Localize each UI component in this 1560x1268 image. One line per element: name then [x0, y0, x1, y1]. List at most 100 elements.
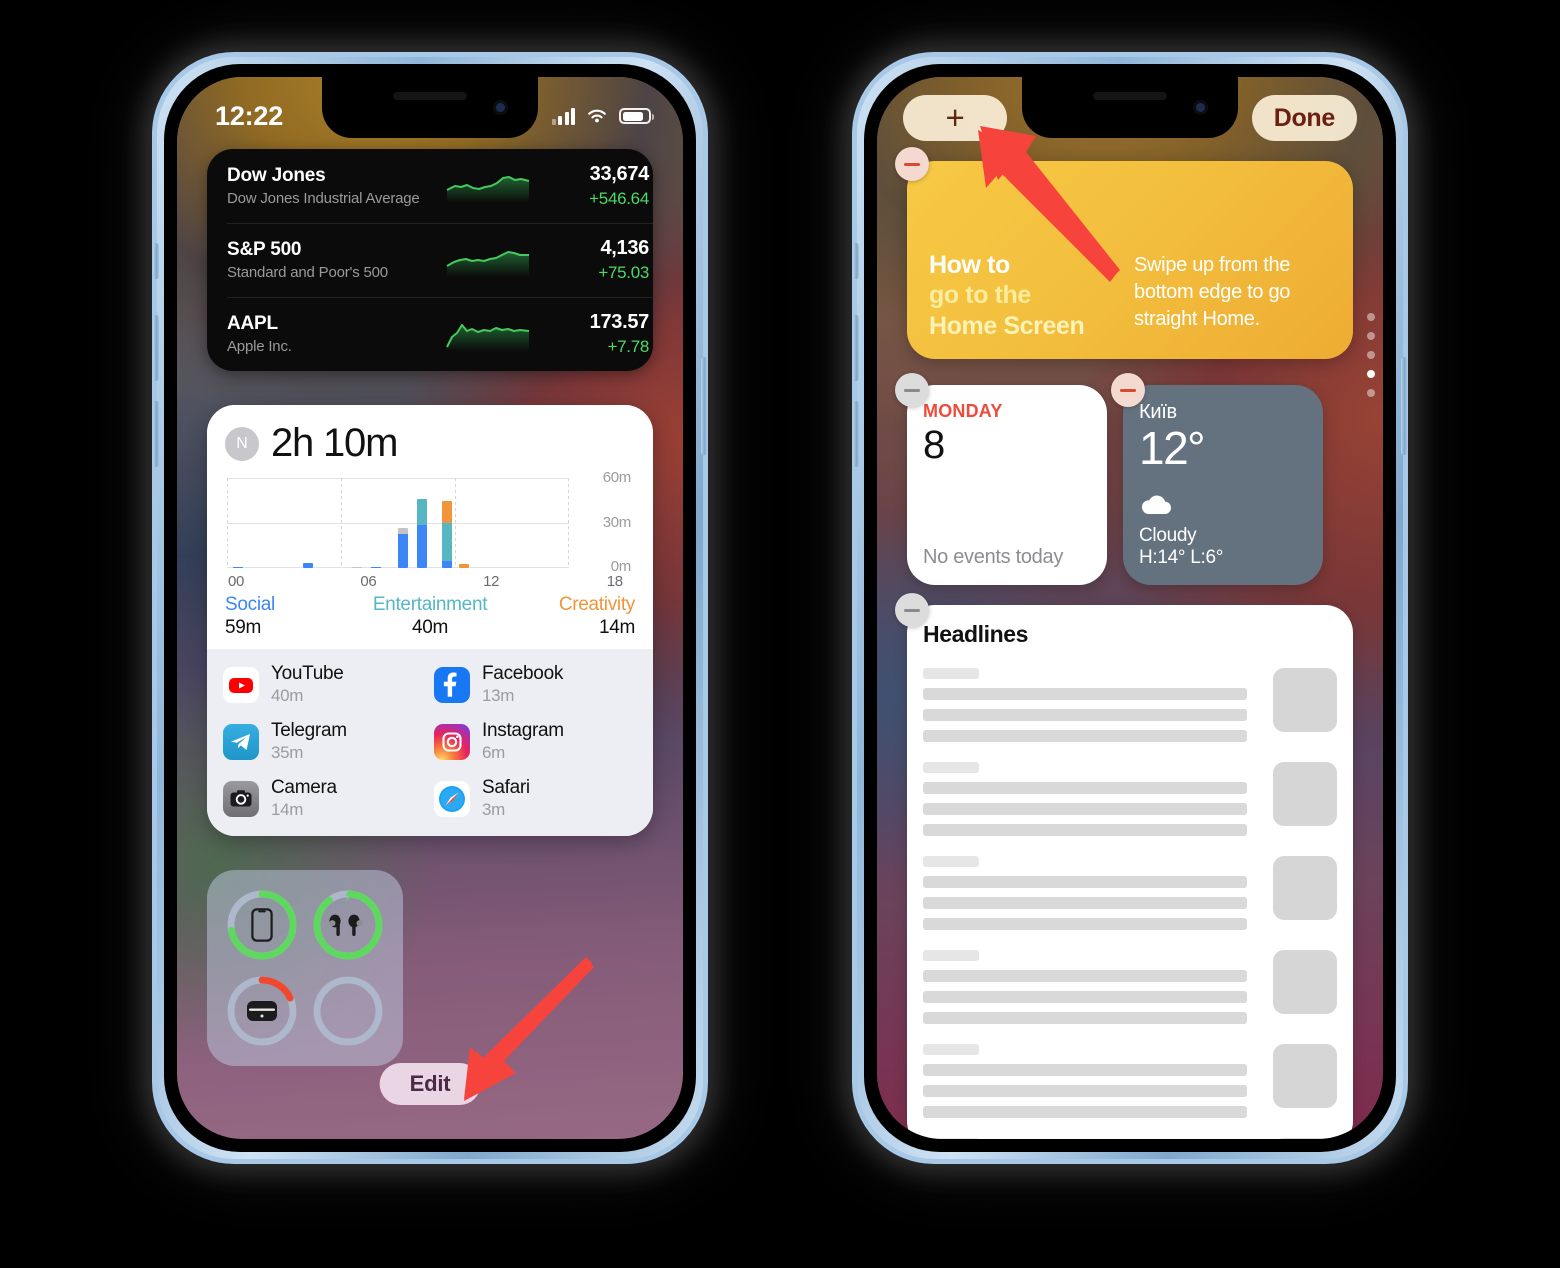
- app-text: Telegram 35m: [271, 720, 347, 763]
- news-placeholder-item[interactable]: [923, 1044, 1337, 1118]
- battery-icon: [619, 108, 654, 124]
- news-placeholder-tag: [923, 856, 979, 867]
- battery-ring-empty: [305, 968, 391, 1054]
- calendar-events-text: No events today: [923, 546, 1064, 568]
- minus-icon: [1120, 388, 1136, 392]
- news-placeholder-lines: [923, 1044, 1261, 1118]
- chart-bar-segment-other: [352, 566, 363, 568]
- news-placeholder-item[interactable]: [923, 762, 1337, 836]
- y-tick-60m: 60m: [602, 469, 632, 486]
- chart-bar-segment-social: [398, 533, 408, 568]
- battery-ring-airpods-case: [219, 968, 305, 1054]
- page-dot[interactable]: [1367, 313, 1375, 321]
- battery-ring-iphone: [219, 882, 305, 968]
- weather-temperature: 12°: [1139, 422, 1206, 474]
- screen-time-widget[interactable]: N 2h 10m 60m 30m 0m 00 06 12 18 Social 5…: [207, 405, 653, 836]
- cloud-icon: [1139, 494, 1307, 521]
- stock-row[interactable]: AAPL Apple Inc. 173.57 +7.78: [207, 297, 653, 371]
- instagram-icon: [434, 723, 470, 760]
- chart-bar: [371, 566, 382, 568]
- stocks-widget[interactable]: Dow Jones Dow Jones Industrial Average 3…: [207, 149, 653, 371]
- category-legend: Social 59m Entertainment 40m Creativity: [225, 594, 635, 639]
- add-widget-button[interactable]: +: [903, 95, 1007, 141]
- power-button-left[interactable]: [701, 357, 707, 455]
- weather-city: Київ: [1139, 401, 1177, 423]
- app-item-camera[interactable]: Camera 14m: [223, 777, 426, 820]
- news-placeholder-line: [923, 1064, 1248, 1076]
- app-name: YouTube: [271, 663, 344, 684]
- phone-frame-right: + Done How to go to the Home Screen Swip…: [852, 52, 1408, 1164]
- app-item-facebook[interactable]: Facebook 13m: [434, 663, 637, 706]
- chart-bar-segment-social: [232, 566, 243, 568]
- app-name: Facebook: [482, 663, 564, 684]
- chart-bar: [352, 566, 363, 568]
- page-dot[interactable]: [1367, 389, 1375, 397]
- app-item-safari[interactable]: Safari 3m: [434, 777, 637, 820]
- tip-line-3: Home Screen: [929, 311, 1085, 340]
- volume-down-button-left[interactable]: [153, 401, 159, 467]
- news-placeholder-thumbnail: [1273, 1138, 1337, 1139]
- edit-button[interactable]: Edit: [379, 1063, 481, 1105]
- news-placeholder-item[interactable]: [923, 668, 1337, 742]
- stock-row[interactable]: S&P 500 Standard and Poor's 500 4,136 +7…: [207, 223, 653, 297]
- remove-widget-button-calendar[interactable]: [895, 373, 929, 407]
- chart-bar: [398, 527, 408, 568]
- news-placeholder-line: [923, 1085, 1248, 1097]
- right-phone-screen: + Done How to go to the Home Screen Swip…: [877, 77, 1383, 1139]
- stock-sparkline: [445, 169, 531, 203]
- news-placeholder-line: [923, 897, 1248, 909]
- news-placeholder-thumbnail: [1273, 668, 1337, 732]
- silent-switch-right[interactable]: [853, 243, 859, 279]
- news-widget[interactable]: Headlines: [907, 605, 1353, 1139]
- chart-bar: [232, 566, 243, 568]
- volume-up-button-left[interactable]: [153, 315, 159, 381]
- power-button-right[interactable]: [1401, 357, 1407, 455]
- volume-up-button-right[interactable]: [853, 315, 859, 381]
- facebook-icon: [434, 666, 470, 703]
- page-dot-active[interactable]: [1367, 370, 1375, 378]
- app-name: Safari: [482, 777, 530, 798]
- news-placeholder-item[interactable]: [923, 950, 1337, 1024]
- category-entertainment: Entertainment 40m: [362, 594, 499, 639]
- news-placeholder-item[interactable]: [923, 856, 1337, 930]
- stock-values: 173.57 +7.78: [531, 311, 650, 357]
- page-dot[interactable]: [1367, 351, 1375, 359]
- silent-switch-left[interactable]: [153, 243, 159, 279]
- calendar-widget-wrap: MONDAY 8 No events today: [895, 373, 1107, 585]
- volume-down-button-right[interactable]: [853, 401, 859, 467]
- app-item-telegram[interactable]: Telegram 35m: [223, 720, 426, 763]
- news-placeholder-line: [923, 970, 1248, 982]
- remove-widget-button-news[interactable]: [895, 593, 929, 627]
- page-indicator-dots[interactable]: [1367, 313, 1375, 397]
- news-placeholder-lines: [923, 762, 1261, 836]
- remove-widget-button-tip[interactable]: [895, 147, 929, 181]
- phone-bezel-right: + Done How to go to the Home Screen Swip…: [864, 64, 1396, 1152]
- x-tick-00: 00: [228, 573, 245, 590]
- phone-bezel-left: 12:22 Dow Jones Dow Jones Industrial Ave…: [164, 64, 696, 1152]
- weather-condition: Cloudy: [1139, 525, 1197, 546]
- done-button[interactable]: Done: [1251, 95, 1357, 141]
- app-item-instagram[interactable]: Instagram 6m: [434, 720, 637, 763]
- notch-left: [322, 77, 538, 138]
- category-creativity: Creativity 14m: [498, 594, 635, 639]
- news-placeholder-item[interactable]: [923, 1138, 1337, 1139]
- app-text: Safari 3m: [482, 777, 530, 820]
- calendar-widget[interactable]: MONDAY 8 No events today: [907, 385, 1107, 585]
- chart-bar: [417, 499, 427, 568]
- chart-bar-segment-social: [417, 524, 427, 568]
- youtube-icon: [223, 666, 259, 703]
- batteries-widget[interactable]: [207, 870, 403, 1066]
- stock-row[interactable]: Dow Jones Dow Jones Industrial Average 3…: [207, 149, 653, 223]
- weather-widget[interactable]: Київ 12° Cloudy H:14° L:6°: [1123, 385, 1323, 585]
- app-name: Instagram: [482, 720, 564, 741]
- tips-widget[interactable]: How to go to the Home Screen Swipe up fr…: [907, 161, 1353, 359]
- news-placeholder-thumbnail: [1273, 762, 1337, 826]
- app-item-youtube[interactable]: YouTube 40m: [223, 663, 426, 706]
- news-placeholder-tag: [923, 1044, 979, 1055]
- remove-widget-button-weather[interactable]: [1111, 373, 1145, 407]
- screen-time-total: 2h 10m: [271, 421, 398, 465]
- page-dot[interactable]: [1367, 332, 1375, 340]
- category-value: 59m: [225, 617, 262, 638]
- category-name: Social: [225, 594, 275, 615]
- app-text: Camera 14m: [271, 777, 337, 820]
